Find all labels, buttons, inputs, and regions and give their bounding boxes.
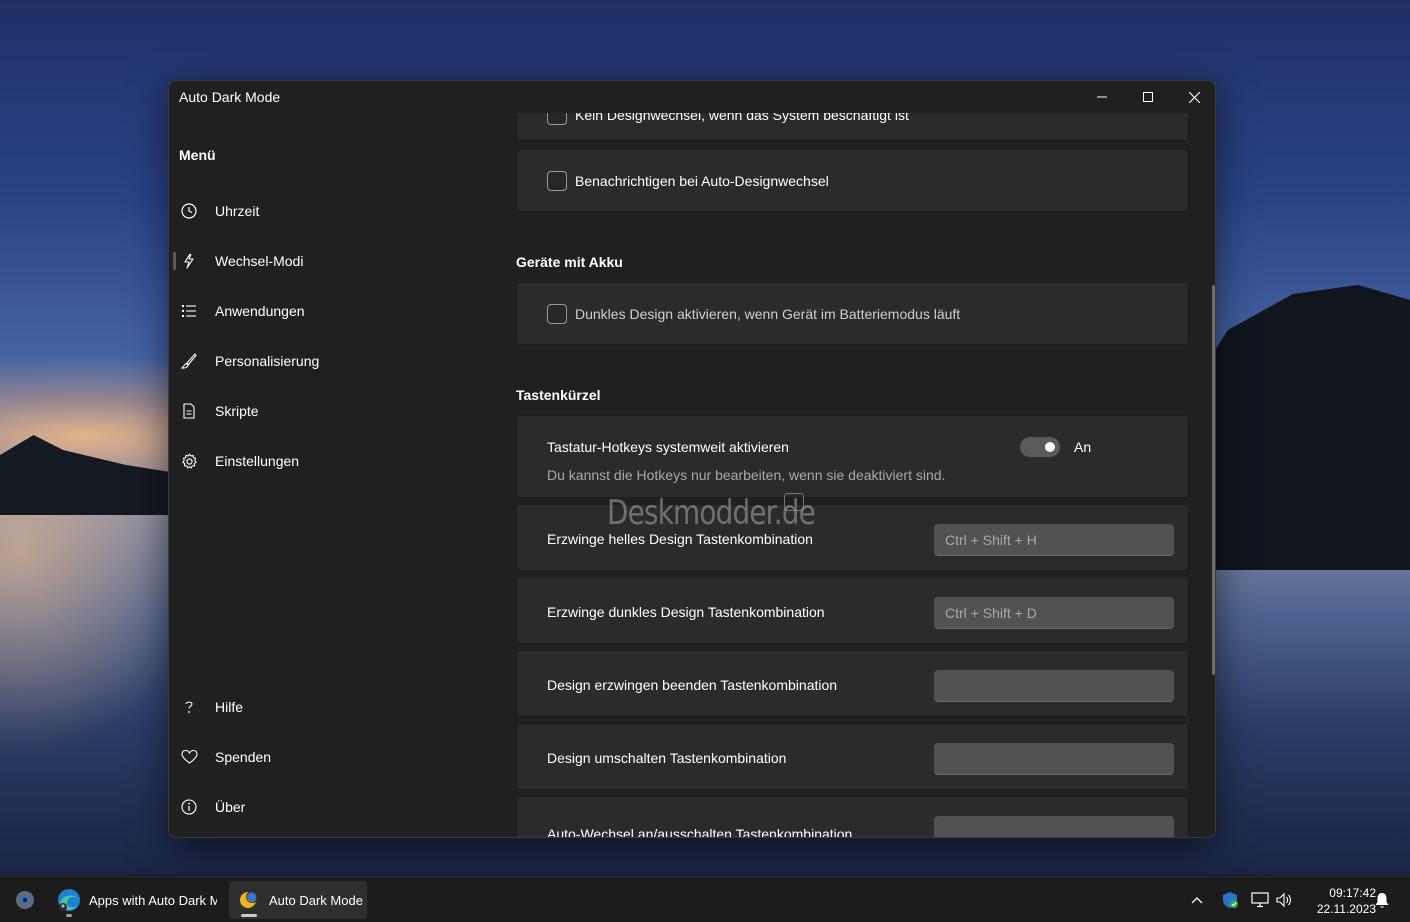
battery-section-title: Geräte mit Akku [516, 254, 623, 270]
edge-icon [56, 887, 82, 913]
taskbar-item-label: Auto Dark Mode [269, 892, 363, 908]
heart-icon [179, 747, 199, 767]
sidebar-item-einstellungen[interactable]: Einstellungen [173, 441, 493, 481]
option-card-notify: Benachrichtigen bei Auto-Designwechsel [516, 149, 1189, 212]
maximize-icon [1143, 92, 1153, 102]
lightning-icon [179, 251, 199, 271]
hotkey-toggle-description: Du kannst die Hotkeys nur bearbeiten, we… [547, 467, 946, 483]
hotkey-toggle-card: Tastatur-Hotkeys systemweit aktivieren A… [516, 415, 1189, 498]
clock-icon [179, 201, 199, 221]
taskbar-item-edge[interactable]: Apps with Auto Dark Mo [50, 881, 222, 919]
main-content[interactable]: Kein Designwechsel, wenn das System besc… [516, 113, 1206, 838]
hotkey-row-dark: Erzwinge dunkles Design Tastenkombinatio… [516, 577, 1189, 644]
running-indicator [66, 914, 72, 917]
content-scrollbar[interactable] [1212, 285, 1215, 675]
sidebar-item-label: Skripte [215, 403, 259, 419]
sidebar-item-spenden[interactable]: Spenden [173, 737, 493, 777]
sidebar-item-label: Wechsel-Modi [215, 253, 304, 269]
hotkey-toggle-label: Tastatur-Hotkeys systemweit aktivieren [547, 439, 789, 455]
toggle-knob [1045, 442, 1055, 452]
watermark-icon [784, 493, 804, 511]
taskbar-item-auto-dark-mode[interactable]: Auto Dark Mode [229, 881, 367, 919]
sidebar-item-anwendungen[interactable]: Anwendungen [173, 291, 493, 331]
volume-icon[interactable] [1275, 891, 1293, 909]
close-icon [1188, 91, 1200, 103]
sidebar-item-hilfe[interactable]: Hilfe [173, 687, 493, 727]
busy-checkbox[interactable] [547, 113, 567, 125]
hotkey-row-toggle-theme: Design umschalten Tastenkombination [516, 723, 1189, 790]
gear-icon [179, 451, 199, 471]
sidebar-item-wechsel-modi[interactable]: Wechsel-Modi [173, 241, 493, 281]
sidebar-item-label: Über [215, 799, 246, 815]
window-title: Auto Dark Mode [179, 89, 281, 105]
sidebar-item-label: Hilfe [215, 699, 244, 715]
sidebar-item-personalisierung[interactable]: Personalisierung [173, 341, 493, 381]
brush-icon [179, 351, 199, 371]
info-icon [179, 797, 199, 817]
taskbar-clock[interactable]: 09:17:42 22.11.2023 [1300, 885, 1376, 917]
notify-checkbox-label: Benachrichtigen bei Auto-Designwechsel [575, 173, 829, 189]
hotkey-auto-switch-input[interactable] [934, 816, 1174, 837]
hotkey-row-label: Erzwinge helles Design Tastenkombination [547, 531, 813, 547]
sidebar-item-label: Personalisierung [215, 353, 320, 369]
busy-checkbox-label: Kein Designwechsel, wenn das System besc… [575, 113, 909, 123]
selection-indicator [173, 252, 176, 270]
security-shield-icon[interactable] [1221, 891, 1239, 909]
minimize-icon [1097, 96, 1107, 98]
clock-date: 22.11.2023 [1316, 902, 1376, 916]
battery-checkbox[interactable] [547, 304, 567, 324]
notification-bell-icon[interactable] [1373, 891, 1391, 909]
taskbar-item-label: Apps with Auto Dark Mo [89, 892, 217, 908]
title-bar[interactable]: Auto Dark Mode [169, 81, 1215, 113]
taskbar: Apps with Auto Dark Mo Auto Dark Mode 09… [0, 876, 1410, 922]
hotkey-row-label: Design erzwingen beenden Tastenkombinati… [547, 677, 838, 693]
hotkey-row-label: Auto-Wechsel an/ausschalten Tastenkombin… [547, 826, 853, 838]
sidebar-item-skripte[interactable]: Skripte [173, 391, 493, 431]
auto-dark-mode-icon [237, 889, 259, 911]
chevron-up-icon[interactable] [1188, 891, 1206, 909]
sidebar-item-label: Einstellungen [215, 453, 300, 469]
question-icon [179, 697, 199, 717]
list-icon [179, 301, 199, 321]
hotkey-light-input[interactable]: Ctrl + Shift + H [934, 524, 1174, 556]
sidebar-item-ueber[interactable]: Über [173, 787, 493, 827]
document-icon [179, 401, 199, 421]
network-icon[interactable] [1251, 891, 1269, 909]
battery-checkbox-label: Dunkles Design aktivieren, wenn Gerät im… [575, 306, 961, 322]
option-card-battery: Dunkles Design aktivieren, wenn Gerät im… [516, 282, 1189, 345]
hotkey-stop-force-input[interactable] [934, 670, 1174, 702]
active-indicator [241, 914, 257, 917]
close-button[interactable] [1171, 81, 1215, 113]
notify-checkbox[interactable] [547, 171, 567, 191]
minimize-button[interactable] [1079, 81, 1125, 113]
hotkeys-section-title: Tastenkürzel [516, 387, 601, 403]
hotkey-toggle-state: An [1074, 439, 1092, 455]
clock-time: 09:17:42 [1329, 886, 1376, 900]
app-window: Auto Dark Mode Menü Uhrzeit Wechsel-Modi… [168, 80, 1216, 838]
hotkey-dark-input[interactable]: Ctrl + Shift + D [934, 597, 1174, 629]
settings-gear-icon[interactable] [14, 889, 36, 911]
sidebar-item-label: Anwendungen [215, 303, 305, 319]
hotkey-row-label: Erzwinge dunkles Design Tastenkombinatio… [547, 604, 825, 620]
sidebar-item-label: Spenden [215, 749, 272, 765]
maximize-button[interactable] [1125, 81, 1171, 113]
sidebar-heading: Menü [179, 147, 216, 163]
hotkey-row-auto-switch: Auto-Wechsel an/ausschalten Tastenkombin… [516, 796, 1189, 838]
option-card-busy: Kein Designwechsel, wenn das System besc… [516, 113, 1189, 141]
hotkey-toggle-switch[interactable] [1020, 437, 1060, 457]
hotkey-row-stop-force: Design erzwingen beenden Tastenkombinati… [516, 650, 1189, 717]
sidebar-item-uhrzeit[interactable]: Uhrzeit [173, 191, 493, 231]
sidebar-item-label: Uhrzeit [215, 203, 260, 219]
hotkey-row-label: Design umschalten Tastenkombination [547, 750, 787, 766]
hotkey-toggle-theme-input[interactable] [934, 743, 1174, 775]
